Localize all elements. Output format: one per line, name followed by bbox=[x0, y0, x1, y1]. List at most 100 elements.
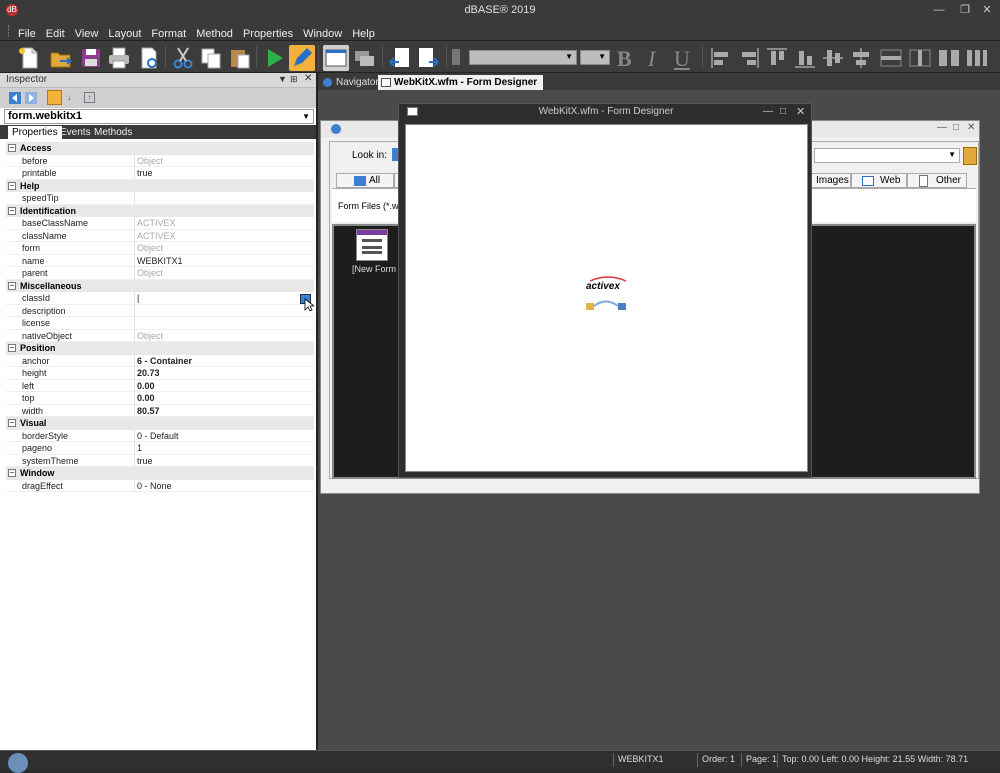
bold-icon[interactable]: B bbox=[617, 46, 632, 72]
property-value[interactable]: ACTIVEX bbox=[137, 230, 176, 242]
cut-icon[interactable] bbox=[170, 45, 196, 71]
tab-methods[interactable]: Methods bbox=[90, 126, 136, 139]
menu-properties[interactable]: Properties bbox=[238, 25, 298, 40]
property-row-classname[interactable]: className ACTIVEX bbox=[6, 229, 314, 242]
property-value[interactable]: Object bbox=[137, 330, 163, 342]
nav-restore-icon[interactable]: □ bbox=[953, 122, 959, 133]
object-selector-arrow-icon[interactable]: ▼ bbox=[302, 110, 310, 123]
forward-icon[interactable] bbox=[415, 45, 441, 71]
property-row-form[interactable]: form Object bbox=[6, 242, 314, 255]
property-value[interactable]: 20.73 bbox=[137, 367, 160, 379]
collapse-icon[interactable]: − bbox=[8, 469, 16, 477]
same-height-icon[interactable] bbox=[878, 45, 904, 71]
nav-minimize-icon[interactable]: — bbox=[937, 122, 947, 133]
property-row-anchor[interactable]: anchor 6 - Container bbox=[6, 354, 314, 367]
property-row-systemtheme[interactable]: systemTheme true bbox=[6, 454, 314, 467]
category-miscellaneous[interactable]: − Miscellaneous bbox=[6, 279, 314, 292]
property-value[interactable]: 0 - Default bbox=[137, 430, 179, 442]
new-file-icon[interactable] bbox=[16, 45, 42, 71]
category-visual[interactable]: − Visual bbox=[6, 417, 314, 430]
form-canvas[interactable]: activex bbox=[405, 124, 808, 472]
new-form-label[interactable]: [New Form bbox=[352, 264, 396, 274]
property-value[interactable]: Object bbox=[137, 155, 163, 167]
look-in-combo-right[interactable]: ▼ bbox=[814, 148, 960, 163]
category-web[interactable]: Web bbox=[851, 173, 907, 188]
property-row-speedtip[interactable]: speedTip bbox=[6, 192, 314, 205]
paste-icon[interactable] bbox=[227, 45, 253, 71]
category-identification[interactable]: − Identification bbox=[6, 204, 314, 217]
property-row-printable[interactable]: printable true bbox=[6, 167, 314, 180]
nav-close-icon[interactable]: ✕ bbox=[967, 122, 975, 133]
minimize-icon[interactable]: — bbox=[928, 2, 950, 18]
menu-layout[interactable]: Layout bbox=[103, 25, 146, 40]
property-value[interactable]: WEBKITX1 bbox=[137, 255, 183, 267]
property-row-drageffect[interactable]: dragEffect 0 - None bbox=[6, 479, 314, 492]
align-right-icon[interactable] bbox=[736, 45, 762, 71]
align-bottom-icon[interactable] bbox=[792, 45, 818, 71]
print-preview-icon[interactable] bbox=[136, 45, 162, 71]
align-top-icon[interactable] bbox=[764, 45, 790, 71]
tab-properties[interactable]: Properties bbox=[8, 126, 62, 139]
collapse-icon[interactable]: − bbox=[8, 181, 16, 190]
fd-maximize-icon[interactable]: □ bbox=[780, 106, 786, 117]
property-value[interactable]: ACTIVEX bbox=[137, 217, 176, 229]
property-value[interactable]: Object bbox=[137, 267, 163, 279]
font-size-combo[interactable]: ▼ bbox=[580, 50, 610, 65]
object-selector[interactable]: form.webkitx1 ▼ bbox=[4, 109, 314, 124]
property-row-parent[interactable]: parent Object bbox=[6, 267, 314, 280]
tab-navigator[interactable]: Navigator bbox=[320, 75, 385, 90]
copy-icon[interactable] bbox=[198, 45, 224, 71]
save-icon[interactable] bbox=[78, 45, 104, 71]
category-position[interactable]: − Position bbox=[6, 342, 314, 355]
property-row-width[interactable]: width 80.57 bbox=[6, 404, 314, 417]
fd-minimize-icon[interactable]: — bbox=[763, 106, 773, 117]
design-icon[interactable] bbox=[289, 45, 315, 71]
font-name-combo[interactable]: ▼ bbox=[469, 50, 577, 65]
property-value[interactable]: 6 - Container bbox=[137, 355, 192, 367]
property-value[interactable]: true bbox=[137, 455, 153, 467]
category-all[interactable]: All bbox=[336, 173, 394, 188]
center-horizontal-icon[interactable] bbox=[848, 45, 874, 71]
property-value[interactable]: 1 bbox=[137, 442, 142, 454]
category-other[interactable]: Other bbox=[907, 173, 967, 188]
menu-format[interactable]: Format bbox=[146, 25, 191, 40]
collapse-icon[interactable]: − bbox=[8, 281, 16, 290]
property-value[interactable]: Object bbox=[137, 242, 163, 254]
info-icon[interactable]: ↑ bbox=[84, 92, 95, 103]
same-size-icon[interactable] bbox=[936, 45, 962, 71]
italic-icon[interactable]: I bbox=[648, 46, 655, 72]
tab-form-designer[interactable]: WebKitX.wfm - Form Designer bbox=[378, 75, 544, 90]
property-row-pageno[interactable]: pageno 1 bbox=[6, 442, 314, 455]
property-value[interactable]: 80.57 bbox=[137, 405, 160, 417]
property-value[interactable]: | bbox=[137, 292, 139, 304]
property-value[interactable]: 0.00 bbox=[137, 380, 155, 392]
tab-events[interactable]: Events bbox=[56, 126, 95, 139]
categorized-icon[interactable] bbox=[47, 90, 62, 105]
menu-method[interactable]: Method bbox=[191, 25, 238, 40]
run-icon[interactable] bbox=[261, 45, 287, 71]
collapse-icon[interactable]: − bbox=[8, 419, 16, 427]
center-vertical-icon[interactable] bbox=[820, 45, 846, 71]
category-access[interactable]: − Access bbox=[6, 142, 314, 155]
pin-icon[interactable]: ⊞ bbox=[290, 74, 298, 85]
browse-folder-icon[interactable] bbox=[963, 147, 977, 165]
menu-window[interactable]: Window bbox=[298, 25, 347, 40]
same-width-icon[interactable] bbox=[907, 45, 933, 71]
tab-order-icon[interactable] bbox=[352, 45, 378, 71]
property-row-description[interactable]: description bbox=[6, 304, 314, 317]
property-value[interactable]: 0.00 bbox=[137, 392, 155, 404]
menu-edit[interactable]: Edit bbox=[41, 25, 70, 40]
next-object-icon[interactable] bbox=[25, 92, 37, 104]
property-row-name[interactable]: name WEBKITX1 bbox=[6, 254, 314, 267]
property-row-license[interactable]: license bbox=[6, 317, 314, 330]
close-panel-icon[interactable]: ✕ bbox=[304, 73, 312, 84]
menu-help[interactable]: Help bbox=[347, 25, 380, 40]
close-icon[interactable]: ✕ bbox=[976, 2, 998, 18]
property-value[interactable]: 0 - None bbox=[137, 480, 172, 492]
menu-view[interactable]: View bbox=[70, 25, 104, 40]
align-left-icon[interactable] bbox=[708, 45, 734, 71]
open-folder-icon[interactable] bbox=[48, 45, 74, 71]
fd-close-icon[interactable]: ✕ bbox=[796, 105, 805, 118]
dropdown-icon[interactable]: ▼ bbox=[278, 74, 287, 84]
form-layout-icon[interactable] bbox=[323, 45, 349, 71]
